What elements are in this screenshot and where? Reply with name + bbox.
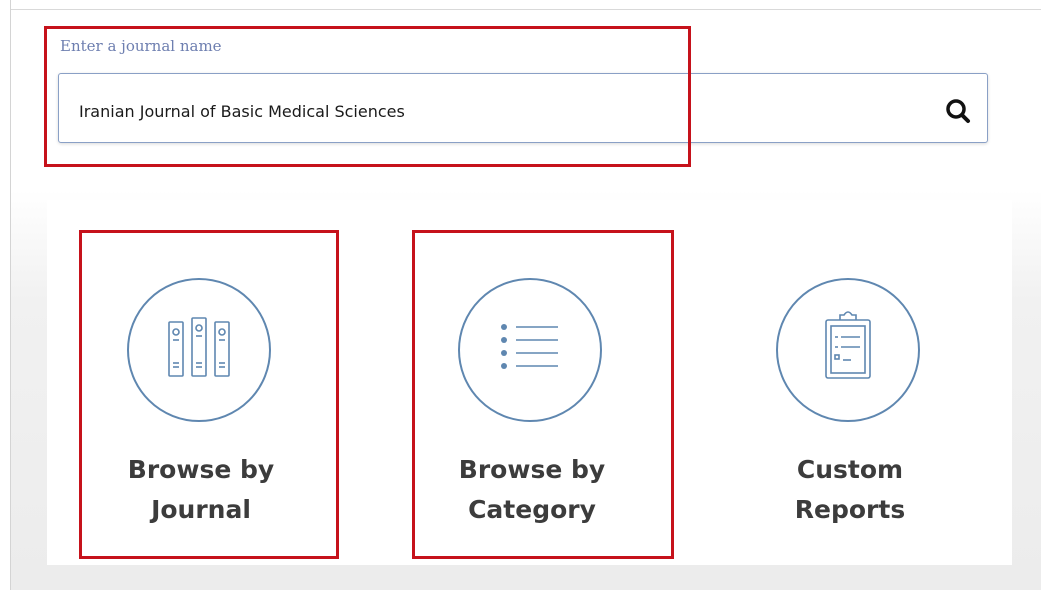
browse-by-journal-label: Browse by Journal (71, 450, 331, 530)
browse-by-journal-line2: Journal (151, 495, 251, 524)
browse-by-category-line1: Browse by (458, 455, 606, 484)
clipboard-icon (825, 311, 871, 379)
custom-reports-line2: Reports (794, 495, 906, 524)
search-box (58, 73, 988, 143)
search-button[interactable] (941, 94, 975, 128)
books-icon (168, 317, 230, 377)
browse-by-category-label: Browse by Category (402, 450, 662, 530)
search-icon (946, 99, 970, 123)
top-divider (11, 9, 1041, 10)
window-left-edge (0, 0, 11, 590)
list-icon (501, 324, 558, 369)
custom-reports-card[interactable]: Custom Reports (720, 200, 980, 565)
custom-reports-label: Custom Reports (720, 450, 980, 530)
journal-search-input[interactable] (79, 102, 899, 121)
browse-by-journal-card[interactable]: Browse by Journal (71, 200, 331, 565)
browse-by-category-line2: Category (468, 495, 596, 524)
browse-by-category-circle (458, 278, 602, 422)
custom-reports-line1: Custom (796, 455, 904, 484)
browse-by-category-card[interactable]: Browse by Category (402, 200, 662, 565)
search-label: Enter a journal name (60, 37, 222, 55)
browse-cards: Browse by Journal Browse by Category Cus… (47, 200, 1012, 565)
custom-reports-circle (776, 278, 920, 422)
browse-by-journal-line1: Browse by (127, 455, 275, 484)
browse-by-journal-circle (127, 278, 271, 422)
